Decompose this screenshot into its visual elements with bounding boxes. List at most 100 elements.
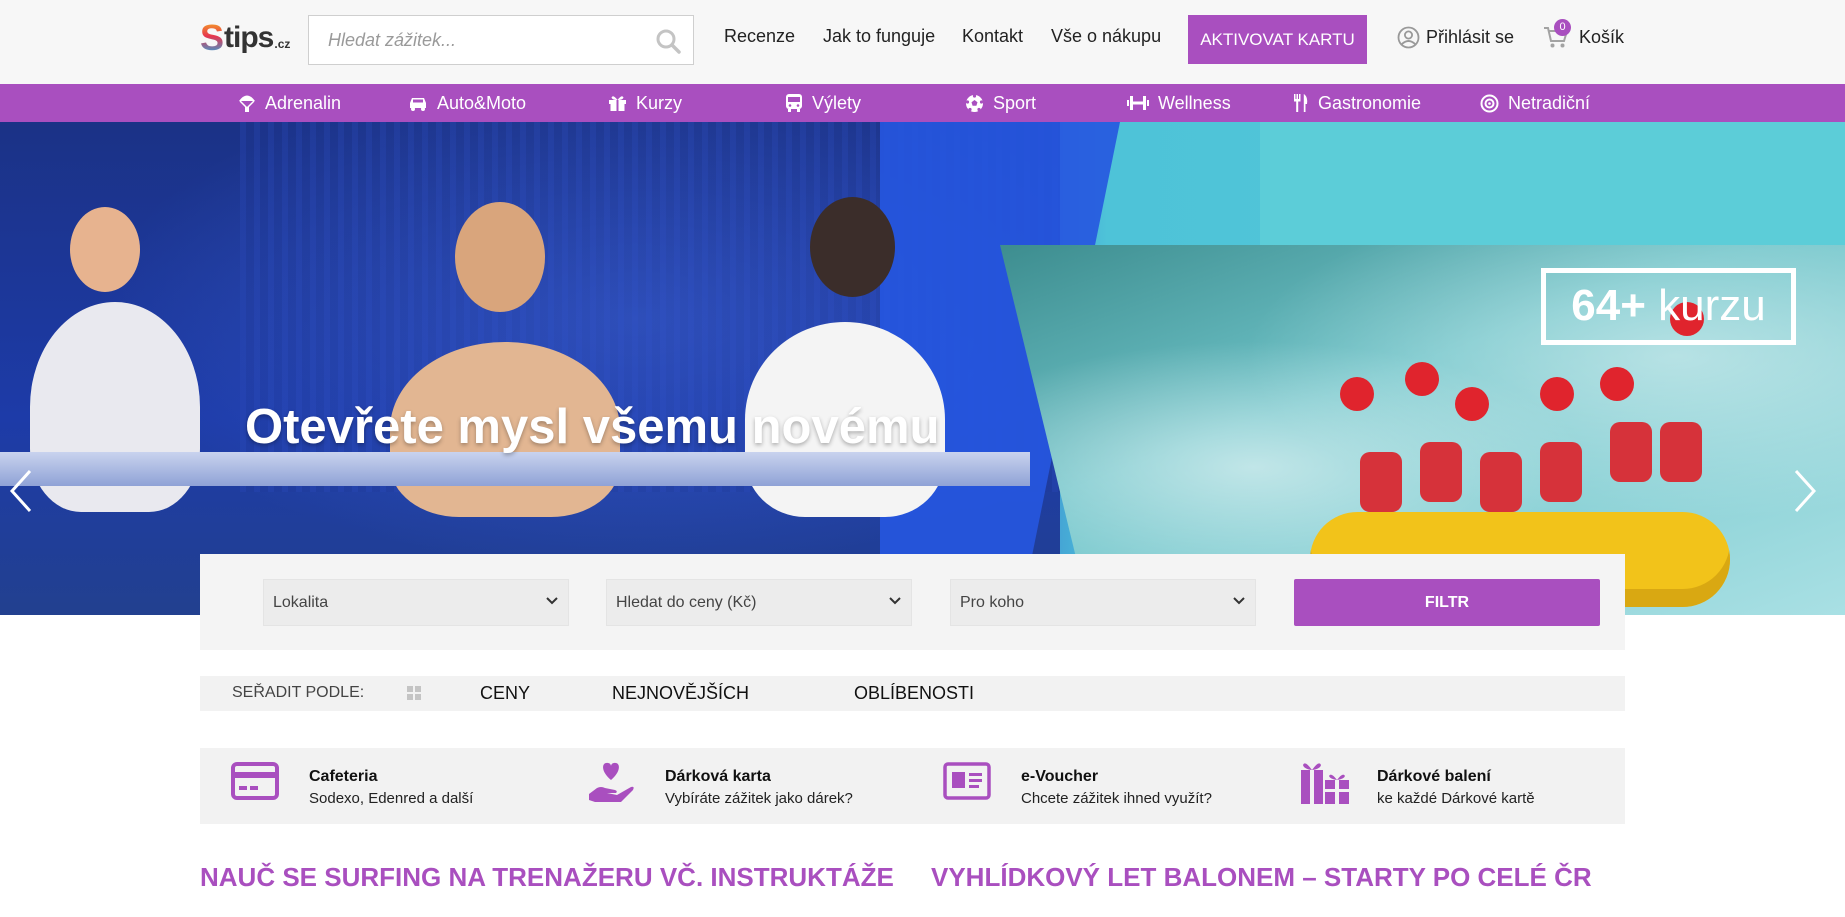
rafter-helmet [1600,367,1634,401]
feature-subtitle: Vybíráte zážitek jako dárek? [665,790,853,807]
filter-panel: Lokalita Hledat do ceny (Kč) Pro koho FI… [200,554,1625,650]
chevron-left-icon[interactable] [6,468,36,514]
person-head [70,207,140,292]
category-vylety[interactable]: Výlety [785,84,861,122]
nav-link-kontakt[interactable]: Kontakt [962,26,1023,47]
rafter [1420,442,1462,502]
filter-button[interactable]: FILTR [1294,579,1600,626]
sort-bar: SEŘADIT PODLE: CENY NEJNOVĚJŠÍCH OBLÍBEN… [200,676,1625,711]
category-kurzy[interactable]: Kurzy [608,84,682,122]
rafter-helmet [1540,377,1574,411]
site-logo[interactable]: Stips .cz [200,17,291,58]
feature-title: Dárkové balení [1377,768,1491,785]
cart-label: Košík [1579,26,1625,47]
feature-subtitle: ke každé Dárkové kartě [1377,790,1535,807]
login-link[interactable]: Přihlásit se [1397,26,1514,49]
feature-subtitle: Chcete zážitek ihned využít? [1021,790,1212,807]
search-box [308,15,694,65]
chevron-down-icon [546,597,558,605]
person-head [810,197,895,297]
price-select-value: Hledat do ceny (Kč) [616,594,757,611]
feature-cafeteria[interactable]: Cafeteria Sodexo, Edenred a další [231,748,531,824]
category-label: Výlety [812,92,862,113]
logo-main: tips [224,21,274,54]
feature-gift-card[interactable]: Dárková karta Vybíráte zážitek jako dáre… [587,748,907,824]
category-sport[interactable]: Sport [965,84,1036,122]
rafter [1540,442,1582,502]
sort-by-newest[interactable]: NEJNOVĚJŠÍCH [612,683,749,704]
feature-title: Dárková karta [665,768,771,785]
activate-card-button[interactable]: AKTIVOVAT KARTU [1188,15,1367,64]
category-label: Auto&Moto [437,92,527,113]
location-select-value: Lokalita [273,594,329,611]
search-input[interactable] [309,16,639,64]
rafter [1360,452,1402,512]
location-select[interactable]: Lokalita [263,579,569,626]
rafter-helmet [1455,387,1489,421]
search-icon[interactable] [655,28,681,54]
chevron-down-icon [889,597,901,605]
category-label: Gastronomie [1318,92,1422,113]
feature-gift-wrap[interactable]: Dárkové balení ke každé Dárkové kartě [1299,748,1599,824]
bus-icon [786,94,802,112]
cart-link[interactable]: 0 Košík [1543,19,1625,49]
hero-title: Otevřete mysl všemu novému [245,400,940,454]
dumbbell-icon [1127,96,1149,110]
rafter [1660,422,1702,482]
price-select[interactable]: Hledat do ceny (Kč) [606,579,912,626]
credit-card-icon [231,762,279,800]
category-label: Wellness [1158,92,1231,113]
category-bar: Adrenalin Auto&Moto Kurzy Výlety Sport W… [0,84,1845,122]
nav-link-jak-to-funguje[interactable]: Jak to funguje [823,26,935,47]
product-title-surfing[interactable]: NAUČ SE SURFING NA TRENAŽERU VČ. INSTRUK… [200,862,894,893]
feature-e-voucher[interactable]: e-Voucher Chcete zážitek ihned využít? [943,748,1263,824]
course-count-text: kurzu [1658,281,1766,330]
category-wellness[interactable]: Wellness [1127,84,1231,122]
rafter [1480,452,1522,512]
cart-count-badge: 0 [1554,19,1571,36]
course-count-number: 64+ [1571,281,1646,330]
football-icon [965,93,984,112]
rafter [1610,422,1652,482]
logo-suffix: .cz [274,37,291,51]
person-head [455,202,545,312]
category-auto-moto[interactable]: Auto&Moto [408,84,526,122]
category-label: Netradiční [1508,92,1591,113]
chevron-right-icon[interactable] [1790,468,1820,514]
feature-title: Cafeteria [309,768,378,785]
features-strip: Cafeteria Sodexo, Edenred a další Dárkov… [200,748,1625,824]
target-icon [1480,94,1499,112]
gift-icon [609,96,626,111]
category-gastronomie[interactable]: Gastronomie [1293,84,1421,122]
car-icon [410,98,426,111]
category-label: Sport [993,92,1037,113]
category-label: Kurzy [636,92,683,113]
grid-view-icon[interactable] [407,686,421,700]
heart-hand-icon [589,762,634,802]
product-title-balloon[interactable]: VYHLÍDKOVÝ LET BALONEM – STARTY PO CELÉ … [931,862,1592,893]
feature-subtitle: Sodexo, Edenred a další [309,790,474,807]
nav-link-recenze[interactable]: Recenze [724,26,795,47]
nav-link-vse-o-nakupu[interactable]: Vše o nákupu [1051,26,1161,47]
chevron-down-icon [1233,597,1245,605]
sort-by-price[interactable]: CENY [480,683,530,704]
user-icon [1397,26,1420,49]
feature-title: e-Voucher [1021,768,1099,785]
category-netradicni[interactable]: Netradiční [1480,84,1590,122]
for-whom-select[interactable]: Pro koho [950,579,1256,626]
for-whom-select-value: Pro koho [960,594,1025,611]
sort-label: SEŘADIT PODLE: [232,684,365,701]
fork-knife-icon [1294,94,1308,112]
login-label: Přihlásit se [1426,27,1515,47]
hero-slider[interactable]: 64+ kurzu [0,122,1845,615]
hero-title-band [0,452,1030,486]
course-count-badge: 64+ kurzu [1541,268,1796,345]
logo-s: S [200,17,225,58]
site-header: Stips.cz Recenze Jak to funguje Kontakt … [0,0,1845,84]
rafter-helmet [1340,377,1374,411]
id-card-icon [943,762,991,800]
category-adrenalin[interactable]: Adrenalin [238,84,341,122]
sort-by-popularity[interactable]: OBLÍBENOSTI [854,683,974,704]
hero-teal-area [1260,122,1845,245]
gift-boxes-icon [1301,763,1349,804]
